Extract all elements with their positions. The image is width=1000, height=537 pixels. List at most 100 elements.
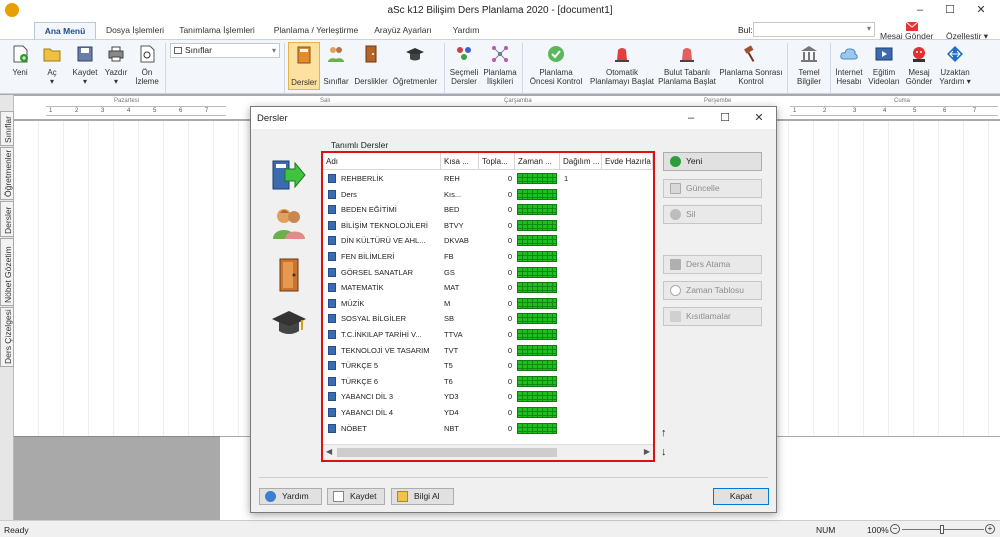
- horizontal-scrollbar[interactable]: ◀ ▶: [323, 444, 653, 460]
- tab-yardim[interactable]: Yardım: [446, 22, 486, 39]
- time-availability-bar[interactable]: [517, 235, 557, 247]
- kisitlamalar-button[interactable]: Kısıtlamalar: [663, 307, 762, 326]
- vtab-ders-cizelgesi[interactable]: Ders Çizelgesi: [0, 307, 14, 367]
- dersler-button[interactable]: Dersler: [288, 42, 320, 90]
- planlama-oncesi-kontrol-button[interactable]: Planlama Öncesi Kontrol: [525, 44, 587, 86]
- time-availability-bar[interactable]: [517, 375, 557, 387]
- table-row[interactable]: MATEMATİK MAT 0: [323, 280, 653, 296]
- dialog-maximize-button[interactable]: ☐: [713, 111, 737, 125]
- table-row[interactable]: DİN KÜLTÜRÜ VE AHL... DKVAB 0: [323, 233, 653, 249]
- time-availability-bar[interactable]: [517, 282, 557, 294]
- otomatik-planlama-button[interactable]: Otomatik Planlamayı Başlat: [589, 44, 655, 86]
- internet-hesabi-button[interactable]: İnternet Hesabı: [833, 44, 865, 86]
- time-availability-bar[interactable]: [517, 360, 557, 372]
- zoom-slider-thumb[interactable]: [940, 525, 944, 534]
- time-availability-bar[interactable]: [517, 251, 557, 262]
- tab-arayuz-ayarlari[interactable]: Arayüz Ayarları: [367, 22, 439, 39]
- table-row[interactable]: YABANCI DİL 3 YD3 0: [323, 389, 653, 405]
- on-izleme-button[interactable]: Ön İzleme: [133, 44, 161, 86]
- col-adi[interactable]: Adı: [323, 153, 441, 170]
- time-availability-bar[interactable]: [517, 297, 557, 309]
- zoom-in-button[interactable]: +: [985, 524, 995, 534]
- table-row[interactable]: REHBERLİK REH 0 1: [323, 171, 653, 187]
- time-availability-bar[interactable]: [517, 219, 557, 231]
- table-row[interactable]: YABANCI DİL 4 YD4 0: [323, 405, 653, 421]
- yeni-button[interactable]: Yeni: [6, 44, 34, 77]
- time-availability-bar[interactable]: [517, 391, 557, 403]
- dialog-kaydet-button[interactable]: Kaydet: [327, 488, 385, 505]
- vtab-ogretmenler[interactable]: Öğretmenler: [0, 147, 14, 200]
- time-availability-bar[interactable]: [517, 407, 557, 418]
- time-availability-bar[interactable]: [517, 422, 557, 434]
- yazdir-button[interactable]: Yazdır ▾: [102, 44, 130, 86]
- minimize-button[interactable]: –: [905, 2, 935, 18]
- tab-dosya-islemleri[interactable]: Dosya İşlemleri: [102, 22, 168, 39]
- col-kisa[interactable]: Kısa ...: [441, 153, 479, 170]
- guncelle-button[interactable]: Güncelle: [663, 179, 762, 198]
- time-availability-bar[interactable]: [517, 313, 557, 325]
- planlama-iliskileri-button[interactable]: Planlama İlişkileri: [482, 44, 518, 86]
- time-availability-bar[interactable]: [517, 204, 557, 216]
- vtab-dersler[interactable]: Dersler: [0, 201, 14, 237]
- time-availability-bar[interactable]: [517, 329, 557, 340]
- vtab-nobet-gozetim[interactable]: Nöbet Gözetim: [0, 238, 14, 306]
- table-row[interactable]: TÜRKÇE 5 T5 0: [323, 358, 653, 374]
- planlama-sonrasi-kontrol-button[interactable]: Planlama Sonrası Kontrol: [718, 44, 784, 86]
- ogretmenler-button[interactable]: Öğretmenler: [391, 44, 439, 86]
- time-availability-bar[interactable]: [517, 266, 557, 278]
- search-input[interactable]: ▾: [753, 22, 875, 37]
- time-availability-bar[interactable]: [517, 173, 557, 184]
- derslikler-button[interactable]: Derslikler: [353, 44, 389, 86]
- col-toplam[interactable]: Topla...: [479, 153, 515, 170]
- classroom-door-icon[interactable]: [271, 257, 307, 293]
- move-down-button[interactable]: ↓: [661, 446, 667, 458]
- col-evde-hazirla[interactable]: Evde Hazırla: [602, 153, 653, 170]
- book-arrow-icon[interactable]: [271, 157, 307, 193]
- class-selector[interactable]: Sınıflar ▾: [170, 43, 280, 58]
- bilgi-al-button[interactable]: Bilgi Al: [391, 488, 454, 505]
- table-row[interactable]: NÖBET NBT 0: [323, 421, 653, 437]
- yeni-ders-button[interactable]: Yeni: [663, 152, 762, 171]
- close-button[interactable]: ✕: [966, 2, 996, 18]
- table-row[interactable]: BİLİŞİM TEKNOLOJİLERİ BTVY 0: [323, 218, 653, 234]
- chevron-down-icon[interactable]: ▾: [867, 24, 871, 33]
- egitim-videolari-button[interactable]: Eğitim Videoları: [866, 44, 902, 86]
- bulut-planlama-button[interactable]: Bulut Tabanlı Planlama Başlat: [657, 44, 717, 86]
- uzaktan-yardim-button[interactable]: Uzaktan Yardım ▾: [935, 44, 975, 86]
- teachers-icon[interactable]: [271, 205, 307, 241]
- yardim-button[interactable]: Yardım: [259, 488, 322, 505]
- table-row[interactable]: GÖRSEL SANATLAR GS 0: [323, 265, 653, 281]
- table-row[interactable]: Ders Kıs... 0: [323, 187, 653, 203]
- col-dagilim[interactable]: Dağılım ...: [560, 153, 602, 170]
- time-availability-bar[interactable]: [517, 188, 557, 200]
- table-row[interactable]: FEN BİLİMLERİ FB 0: [323, 249, 653, 265]
- table-row[interactable]: BEDEN EĞİTİMİ BED 0: [323, 202, 653, 218]
- table-row[interactable]: MÜZİK M 0: [323, 296, 653, 312]
- dialog-close-button[interactable]: ✕: [747, 111, 771, 125]
- scroll-right-icon[interactable]: ▶: [644, 447, 650, 456]
- col-zaman[interactable]: Zaman ...: [515, 153, 560, 170]
- maximize-button[interactable]: ☐: [935, 2, 965, 18]
- scrollbar-thumb[interactable]: [337, 448, 557, 457]
- temel-bilgiler-button[interactable]: Temel Bilgiler: [791, 44, 827, 86]
- tab-ana-menu[interactable]: Ana Menü: [34, 22, 96, 39]
- subjects-table[interactable]: Adı Kısa ... Topla... Zaman ... Dağılım …: [321, 151, 655, 462]
- move-up-button[interactable]: ↑: [661, 427, 667, 439]
- ders-atama-button[interactable]: Ders Atama: [663, 255, 762, 274]
- zaman-tablosu-button[interactable]: Zaman Tablosu: [663, 281, 762, 300]
- ac-button[interactable]: Aç ▾: [38, 44, 66, 86]
- kapat-button[interactable]: Kapat: [713, 488, 769, 505]
- graduation-cap-icon[interactable]: [271, 305, 307, 341]
- secmeli-dersler-button[interactable]: Seçmeli Dersler: [448, 44, 480, 86]
- time-availability-bar[interactable]: [517, 344, 557, 356]
- table-row[interactable]: TEKNOLOJİ VE TASARIM TVT 0: [323, 343, 653, 359]
- sil-button[interactable]: Sil: [663, 205, 762, 224]
- tab-planlama-yerlestirme[interactable]: Planlama / Yerleştirme: [268, 22, 364, 39]
- table-row[interactable]: TÜRKÇE 6 T6 0: [323, 374, 653, 390]
- zoom-out-button[interactable]: −: [890, 524, 900, 534]
- table-row[interactable]: SOSYAL BİLGİLER SB 0: [323, 311, 653, 327]
- siniflar-button[interactable]: Sınıflar: [321, 44, 351, 86]
- scroll-left-icon[interactable]: ◀: [326, 447, 332, 456]
- dialog-minimize-button[interactable]: –: [679, 111, 703, 125]
- mesaj-gonder-button[interactable]: Mesaj Gönder: [904, 44, 934, 86]
